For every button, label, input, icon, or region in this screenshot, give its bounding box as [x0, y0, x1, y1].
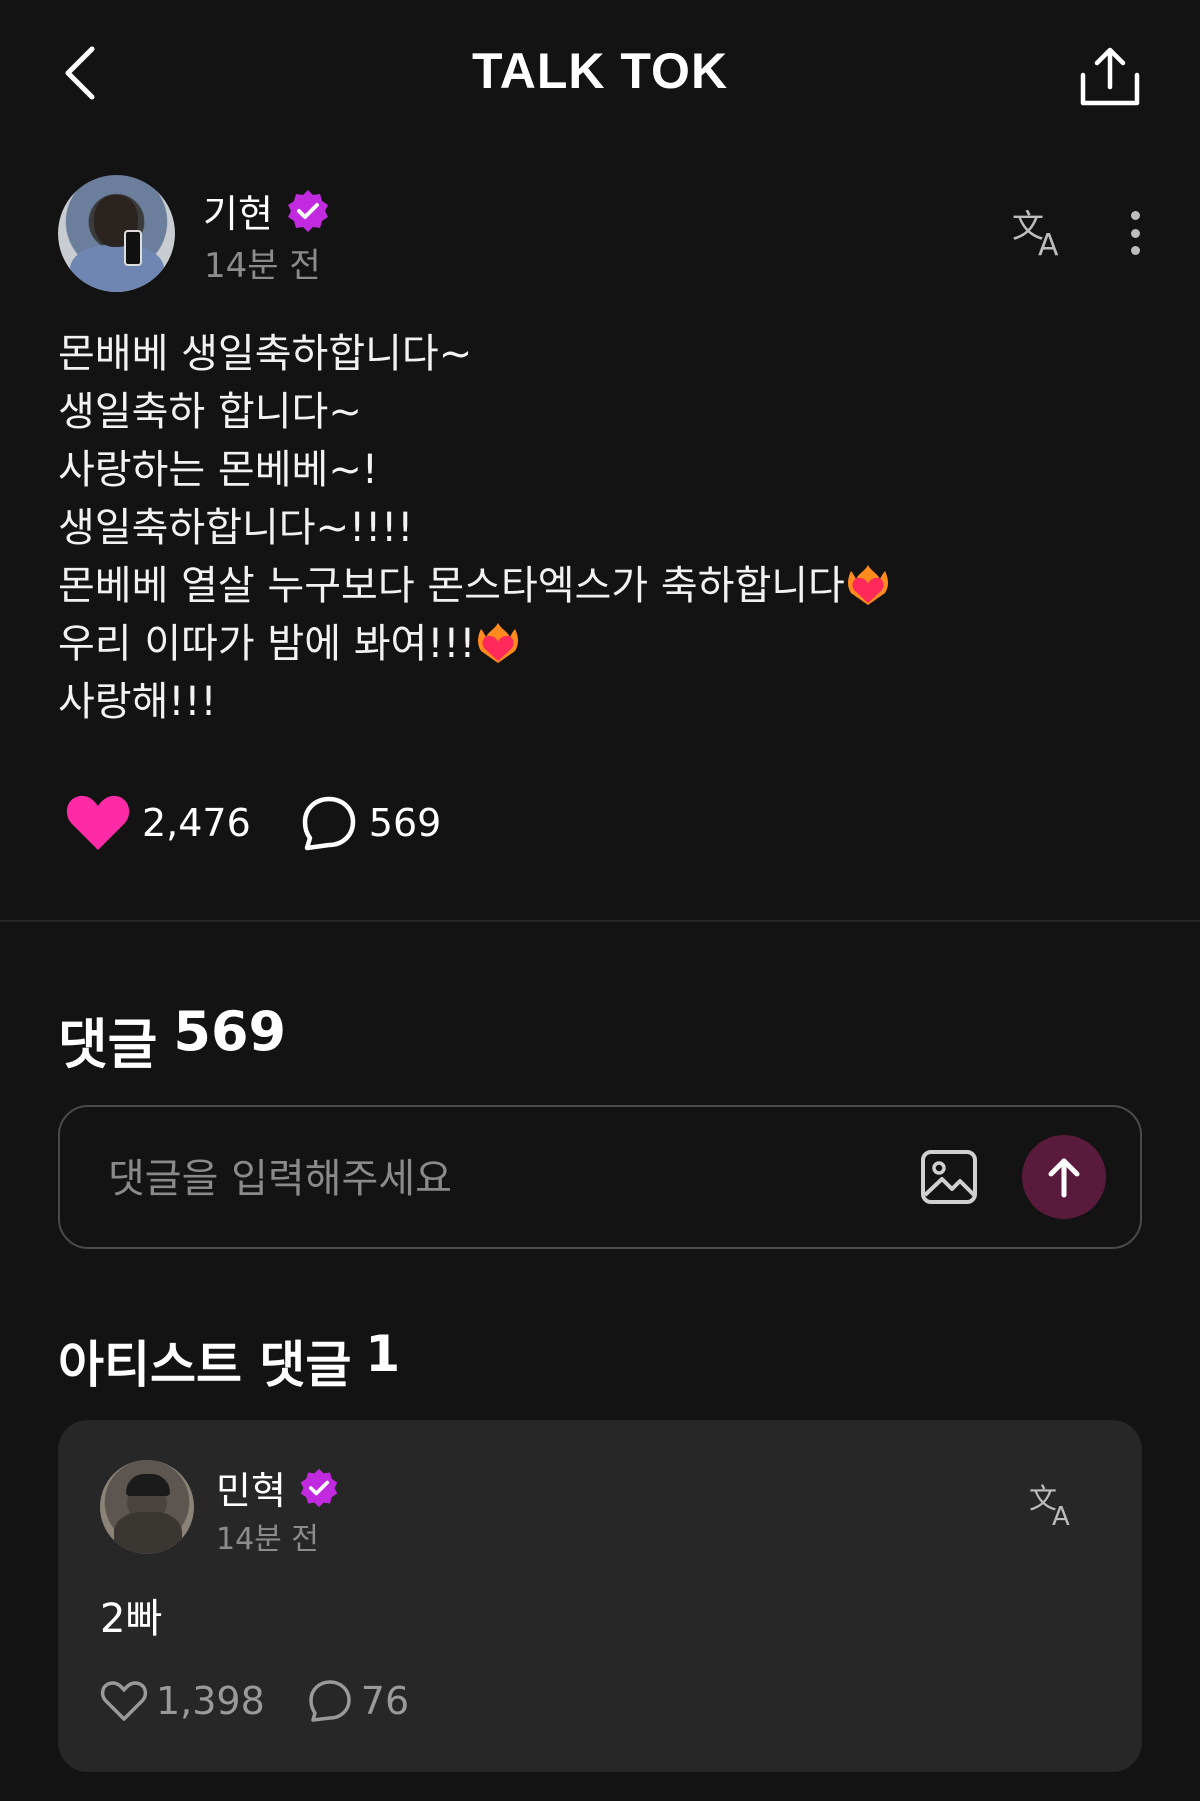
commenter-avatar[interactable]: [100, 1460, 194, 1554]
post-body: 몬배베 생일축하합니다~ 생일축하 합니다~ 사랑하는 몬베베~! 생일축하합니…: [58, 325, 1158, 731]
like-count: 2,476: [142, 801, 251, 845]
post-stats: 2,476 569: [64, 792, 489, 854]
comment-input-box: [58, 1105, 1142, 1249]
heart-filled-icon: [66, 795, 130, 850]
svg-text:A: A: [1052, 1502, 1070, 1530]
comment-time: 14분 전: [216, 1522, 319, 1557]
post-time: 14분 전: [204, 246, 321, 286]
comment-bubble-icon: [302, 796, 356, 851]
dot-icon: [1130, 246, 1140, 255]
verified-badge-icon: [287, 189, 328, 232]
talk-tok-page: TALK TOK 기현 14분 전 文 A 몬배베 생일축하합니다~ 생일축하 …: [0, 0, 1200, 1801]
share-icon: [1080, 47, 1140, 106]
translate-icon: 文 A: [1029, 1482, 1070, 1532]
attach-image-button[interactable]: [920, 1149, 978, 1205]
like-button[interactable]: 2,476: [64, 792, 251, 854]
translate-button[interactable]: 文 A: [1010, 205, 1070, 263]
post-line: 몬베베 열살 누구보다 몬스타엑스가 축하합니다: [58, 557, 1158, 615]
post-line: 사랑해!!!: [58, 679, 217, 725]
author-name[interactable]: 기현: [203, 183, 273, 238]
comment-count: 569: [368, 801, 442, 845]
post-author: 기현: [203, 183, 331, 238]
heart-outline-icon: [100, 1681, 148, 1721]
top-bar: TALK TOK: [0, 0, 1200, 150]
verified-badge-icon: [300, 1468, 338, 1507]
comment-reply-count: 76: [360, 1679, 410, 1723]
svg-text:A: A: [1038, 228, 1059, 261]
comment-reply-button[interactable]: 76: [307, 1678, 409, 1724]
dot-icon: [1130, 211, 1140, 220]
author-avatar[interactable]: [58, 175, 175, 292]
artist-comment-card[interactable]: 민혁 14분 전 文 A 2빠 1,398 76: [58, 1420, 1142, 1772]
image-icon: [921, 1150, 977, 1204]
post-line: 생일축하합니다~!!!!: [58, 505, 414, 551]
heart-on-fire-emoji-icon: [847, 565, 888, 605]
artist-comments-heading: 아티스트 댓글 1: [58, 1325, 401, 1394]
comment-like-button[interactable]: 1,398: [100, 1679, 265, 1723]
post-line: 몬배베 생일축하합니다~: [58, 331, 473, 377]
translate-button[interactable]: 文 A: [1028, 1480, 1080, 1532]
heart-on-fire-emoji-icon: [478, 623, 519, 663]
comment-like-count: 1,398: [156, 1679, 265, 1723]
comment-bubble-icon: [309, 1680, 351, 1722]
divider: [0, 920, 1200, 922]
comment-button[interactable]: 569: [299, 793, 442, 853]
comment-stats: 1,398 76: [100, 1678, 451, 1724]
page-title: TALK TOK: [471, 43, 729, 99]
post-line: 생일축하 합니다~: [58, 389, 362, 435]
commenter-name[interactable]: 민혁: [216, 1460, 286, 1515]
arrow-up-icon: [1048, 1158, 1080, 1198]
commenter: 민혁: [216, 1460, 340, 1515]
comments-heading: 댓글 569: [58, 1000, 287, 1076]
post-line: 사랑하는 몬베베~!: [58, 447, 378, 493]
more-options-button[interactable]: [1118, 205, 1152, 261]
translate-icon: 文 A: [1012, 207, 1059, 263]
dot-icon: [1130, 228, 1140, 238]
share-button[interactable]: [1070, 36, 1150, 116]
send-button[interactable]: [1022, 1135, 1106, 1219]
comment-text: 2빠: [100, 1596, 163, 1642]
post-line: 우리 이따가 밤에 봐여!!!: [58, 615, 1158, 673]
comment-input[interactable]: [108, 1149, 868, 1209]
